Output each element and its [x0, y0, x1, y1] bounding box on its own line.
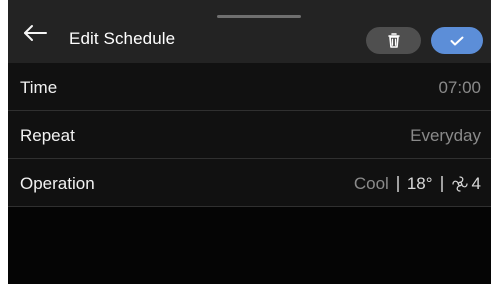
operation-separator [440, 176, 443, 192]
drag-handle[interactable] [217, 15, 301, 18]
operation-summary: Cool 18° 4 [354, 173, 481, 195]
operation-row[interactable]: Operation Cool 18° 4 [8, 159, 491, 207]
repeat-value: Everyday [410, 126, 481, 145]
operation-label: Operation [20, 174, 95, 193]
operation-separator [396, 176, 399, 192]
time-row[interactable]: Time 07:00 [8, 63, 491, 111]
operation-mode: Cool [353, 174, 389, 193]
operation-temperature: 18° [406, 174, 433, 193]
repeat-row[interactable]: Repeat Everyday [8, 111, 491, 159]
header-bar: Edit Schedule [8, 0, 491, 63]
edit-schedule-screen: Edit Schedule Time 07:00 Repeat Everyday [8, 0, 491, 284]
confirm-button[interactable] [431, 27, 483, 54]
time-label: Time [20, 78, 58, 97]
back-arrow-icon[interactable] [22, 24, 48, 42]
repeat-label: Repeat [20, 126, 75, 145]
fan-icon [451, 175, 469, 193]
delete-button[interactable] [366, 27, 421, 54]
time-value: 07:00 [438, 78, 481, 97]
page-title: Edit Schedule [69, 29, 176, 48]
fan-speed: 4 [471, 174, 481, 193]
